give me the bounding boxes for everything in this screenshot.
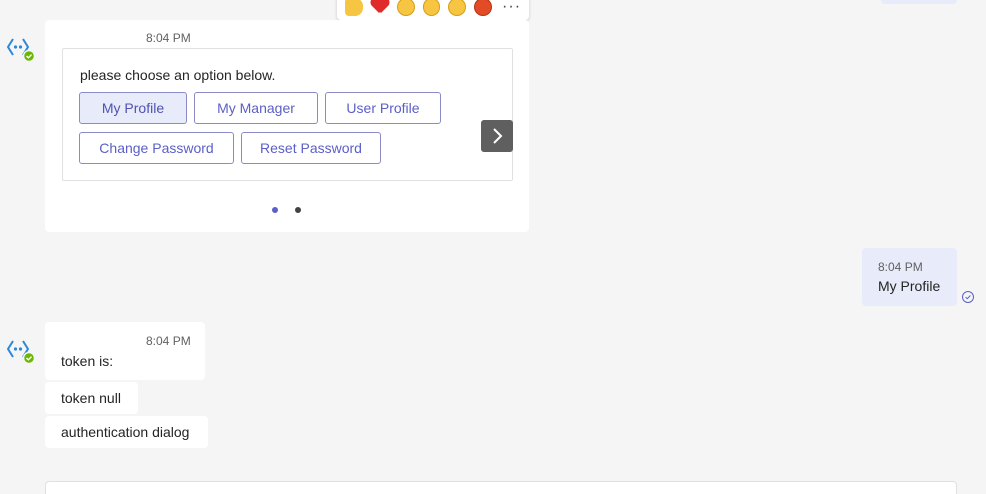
message-timestamp: 8:04 PM <box>146 31 191 45</box>
adaptive-card: please choose an option below. My Profil… <box>62 48 513 181</box>
bot-message-text: authentication dialog <box>61 424 190 440</box>
my-profile-button[interactable]: My Profile <box>79 92 187 124</box>
more-options-icon[interactable]: ··· <box>502 0 521 15</box>
user-message-bubble: 8:04 PM My Profile <box>862 248 957 306</box>
compose-box[interactable] <box>45 481 957 494</box>
card-prompt: please choose an option below. <box>80 67 276 83</box>
bot-message-bubble: authentication dialog <box>45 416 208 448</box>
surprised-icon[interactable] <box>422 0 441 16</box>
sad-icon[interactable] <box>448 0 467 16</box>
bot-avatar[interactable] <box>7 36 35 64</box>
sent-status-icon <box>961 290 975 309</box>
bot-message-bubble: 8:04 PM token is: <box>45 322 205 380</box>
carousel-dot[interactable] <box>295 207 301 213</box>
bot-avatar[interactable] <box>7 338 35 366</box>
message-timestamp: 8:04 PM <box>878 260 923 274</box>
reset-password-button[interactable]: Reset Password <box>241 132 381 164</box>
reaction-bar: ··· <box>337 0 529 20</box>
chevron-right-icon <box>493 128 503 144</box>
bot-icon <box>7 38 35 63</box>
previous-user-bubble <box>881 0 957 4</box>
heart-icon[interactable] <box>371 0 389 16</box>
my-manager-button[interactable]: My Manager <box>194 92 318 124</box>
carousel-next-button[interactable] <box>481 120 513 152</box>
adaptive-card-message: 8:04 PM please choose an option below. M… <box>45 20 529 232</box>
like-icon[interactable] <box>345 0 363 16</box>
carousel-dot-active[interactable] <box>272 207 278 213</box>
laugh-icon[interactable] <box>396 0 415 16</box>
user-profile-button[interactable]: User Profile <box>325 92 441 124</box>
message-timestamp: 8:04 PM <box>146 334 191 348</box>
angry-icon[interactable] <box>474 0 493 16</box>
bot-message-bubble: token null <box>45 382 138 414</box>
bot-message-text: token null <box>61 390 121 406</box>
change-password-button[interactable]: Change Password <box>79 132 234 164</box>
user-message-text: My Profile <box>878 278 941 294</box>
bot-icon <box>7 340 35 365</box>
bot-message-text: token is: <box>61 353 114 369</box>
